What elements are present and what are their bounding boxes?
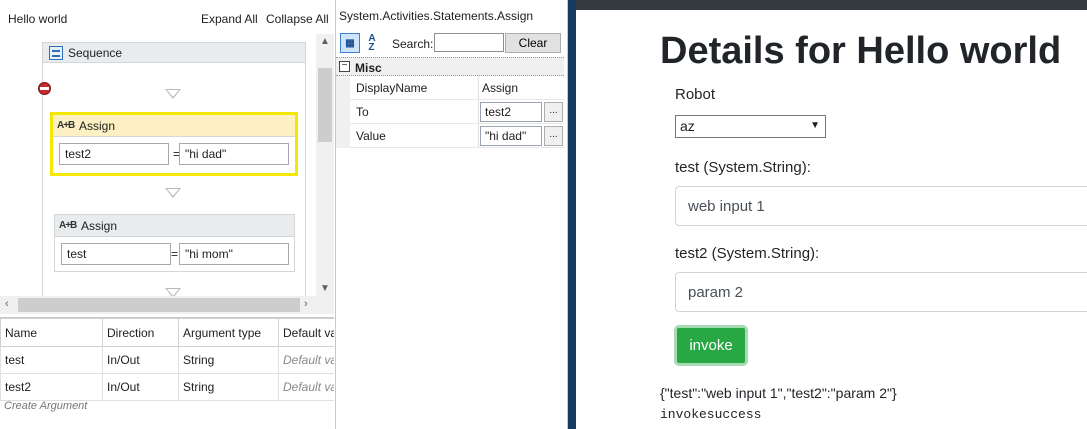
- assign-activity-header[interactable]: A+B Assign: [53, 115, 295, 137]
- property-grid: − Misc DisplayName Assign To test2 ... V…: [336, 57, 564, 148]
- column-divider: [478, 76, 479, 99]
- scroll-down-icon[interactable]: ▼: [320, 283, 330, 294]
- assign-icon: A+B: [57, 120, 75, 131]
- expression-editor-button[interactable]: ...: [544, 102, 563, 122]
- test2-label: test2 (System.String):: [675, 245, 820, 262]
- designer-vertical-scrollbar[interactable]: ▲ ▼: [316, 34, 334, 296]
- property-value[interactable]: Assign: [482, 81, 518, 95]
- collapse-icon[interactable]: −: [339, 61, 350, 72]
- designer-horizontal-scrollbar[interactable]: ‹ ›: [0, 296, 334, 314]
- page-title: Details for Hello world: [660, 30, 1062, 72]
- argument-type[interactable]: String: [178, 346, 279, 374]
- scroll-up-icon[interactable]: ▲: [320, 36, 330, 47]
- web-app: Details for Hello world Robot az ▼ test …: [576, 0, 1087, 429]
- argument-name[interactable]: test: [0, 346, 103, 374]
- category-label: Misc: [355, 61, 382, 75]
- test-label: test (System.String):: [675, 159, 811, 176]
- properties-toolbar: ▦ A Z Search: Clear: [336, 30, 568, 56]
- categorize-icon[interactable]: ▦: [340, 33, 360, 53]
- drop-target-icon[interactable]: [165, 288, 181, 296]
- result-status: invokesuccess: [660, 407, 762, 422]
- table-row[interactable]: test In/Out String Default va: [0, 346, 334, 374]
- assign-icon: A+B: [59, 220, 77, 231]
- property-name: Value: [356, 129, 386, 143]
- argument-name[interactable]: test2: [0, 373, 103, 401]
- property-row-displayname[interactable]: DisplayName Assign: [336, 76, 564, 100]
- scroll-right-icon[interactable]: ›: [304, 298, 308, 310]
- drop-target-icon[interactable]: [165, 188, 181, 198]
- robot-selected-value: az: [680, 118, 695, 134]
- column-divider: [478, 100, 479, 123]
- argument-direction[interactable]: In/Out: [102, 346, 179, 374]
- robot-select[interactable]: az ▼: [675, 115, 826, 138]
- equals-sign: =: [171, 247, 179, 261]
- result-json: {"test":"web input 1","test2":"param 2"}: [660, 385, 897, 401]
- assign-activity-selected[interactable]: A+B Assign test2 = "hi dad": [50, 112, 298, 176]
- column-header-name[interactable]: Name: [0, 318, 103, 347]
- property-row-value[interactable]: Value "hi dad" ...: [336, 124, 564, 148]
- sequence-header[interactable]: Sequence: [43, 43, 305, 63]
- argument-type[interactable]: String: [178, 373, 279, 401]
- sequence-label: Sequence: [68, 46, 123, 60]
- sort-alphabetical-icon[interactable]: A Z: [362, 33, 382, 53]
- arguments-panel: Name Direction Argument type Default va …: [0, 317, 334, 429]
- expand-all-button[interactable]: Expand All: [201, 12, 258, 26]
- assign-to-field[interactable]: test2: [59, 143, 169, 165]
- navbar: [576, 0, 1087, 10]
- workflow-designer: Hello world Expand All Collapse All Sequ…: [0, 0, 336, 429]
- assign-activity[interactable]: A+B Assign test = "hi mom": [54, 214, 295, 272]
- invoke-button[interactable]: invoke: [674, 325, 748, 366]
- property-name: DisplayName: [356, 81, 428, 95]
- column-header-type[interactable]: Argument type: [178, 318, 279, 347]
- property-value-field[interactable]: test2: [480, 102, 542, 122]
- search-label: Search:: [392, 37, 434, 51]
- column-header-direction[interactable]: Direction: [102, 318, 179, 347]
- workflow-breadcrumb[interactable]: Hello world: [8, 12, 67, 26]
- expression-editor-button[interactable]: ...: [544, 126, 563, 146]
- breakpoint-icon[interactable]: [38, 82, 51, 95]
- assign-to-field[interactable]: test: [61, 243, 171, 265]
- property-grid-gutter: [336, 76, 350, 148]
- robot-label: Robot: [675, 86, 716, 103]
- designer-header: Hello world Expand All Collapse All: [0, 0, 336, 34]
- arguments-header-row: Name Direction Argument type Default va: [0, 318, 334, 347]
- properties-title: System.Activities.Statements.Assign: [339, 9, 534, 23]
- assign-value-field[interactable]: "hi mom": [179, 243, 289, 265]
- argument-direction[interactable]: In/Out: [102, 373, 179, 401]
- clear-button[interactable]: Clear: [505, 33, 561, 53]
- collapse-all-button[interactable]: Collapse All: [266, 12, 329, 26]
- designer-canvas[interactable]: Sequence A+B Assign test2 = "hi dad" A+B…: [0, 34, 316, 296]
- scroll-left-icon[interactable]: ‹: [5, 298, 9, 310]
- test2-input[interactable]: [675, 272, 1087, 312]
- test-input[interactable]: [675, 186, 1087, 226]
- argument-default[interactable]: Default va: [278, 346, 334, 374]
- desktop-background: [568, 0, 576, 429]
- table-row[interactable]: test2 In/Out String Default va: [0, 373, 334, 401]
- argument-default[interactable]: Default va: [278, 373, 334, 401]
- properties-panel: System.Activities.Statements.Assign ▦ A …: [336, 0, 568, 429]
- property-search-input[interactable]: [434, 33, 504, 52]
- assign-activity-header[interactable]: A+B Assign: [55, 215, 294, 237]
- property-name: To: [356, 105, 369, 119]
- assign-activity-label: Assign: [81, 219, 118, 233]
- drop-target-icon[interactable]: [165, 89, 181, 99]
- create-argument-link[interactable]: Create Argument: [4, 400, 87, 412]
- arguments-table: Name Direction Argument type Default va …: [0, 318, 334, 401]
- property-row-to[interactable]: To test2 ...: [336, 100, 564, 124]
- scrollbar-thumb[interactable]: [18, 298, 300, 312]
- scrollbar-thumb[interactable]: [318, 68, 332, 142]
- column-divider: [478, 124, 479, 147]
- chevron-down-icon: ▼: [810, 120, 820, 131]
- assign-value-field[interactable]: "hi dad": [179, 143, 289, 165]
- assign-activity-label: Assign: [79, 119, 116, 133]
- property-value-field[interactable]: "hi dad": [480, 126, 542, 146]
- category-row-misc[interactable]: − Misc: [336, 57, 564, 76]
- column-header-default[interactable]: Default va: [278, 318, 334, 347]
- sequence-icon: [49, 46, 63, 60]
